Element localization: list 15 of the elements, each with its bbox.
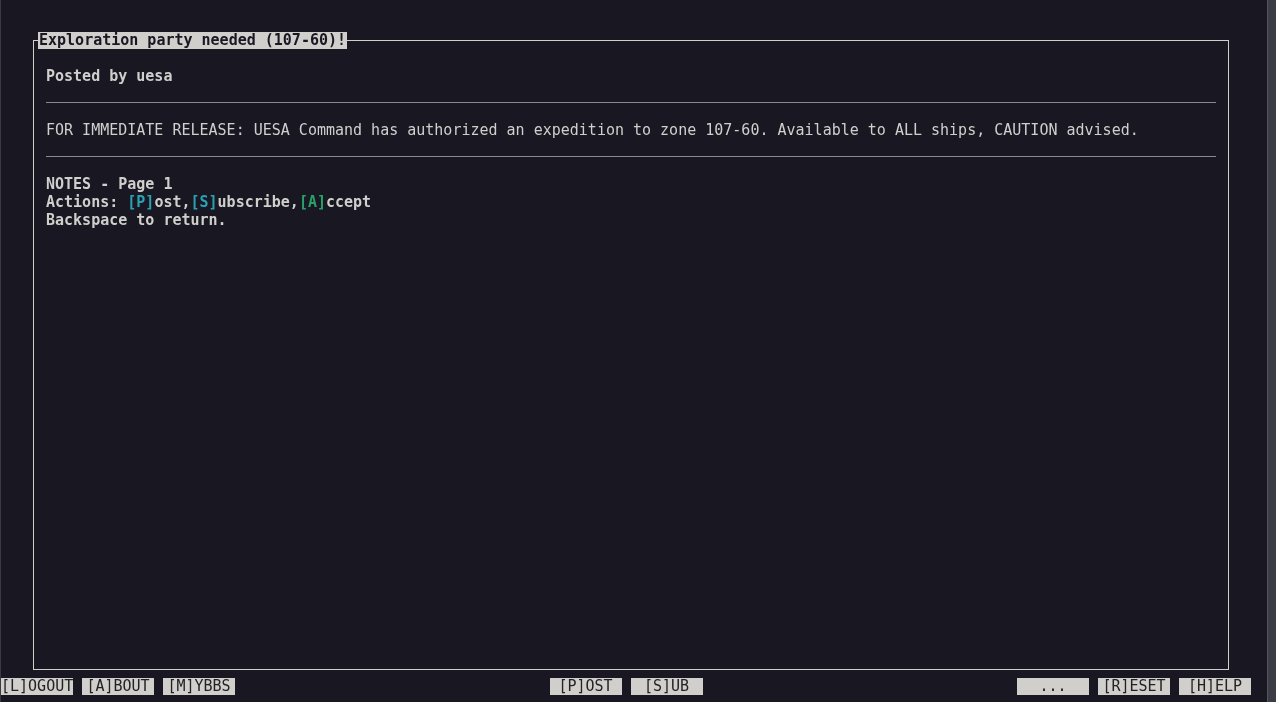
menu-button[interactable]: [A]BOUT	[82, 678, 154, 695]
menu-button[interactable]: [R]ESET	[1098, 678, 1170, 695]
panel-title: Exploration party needed (107-60)!	[38, 32, 348, 49]
menu-button[interactable]: [M]YBBS	[163, 678, 235, 695]
menu-button[interactable]: [L]OGOUT	[1, 678, 73, 695]
actions-line: Actions: [P]ost,[S]ubscribe,[A]ccept	[46, 193, 373, 211]
notes-heading: NOTES - Page 1	[46, 175, 174, 193]
menu-button[interactable]: [H]ELP	[1179, 678, 1251, 695]
menu-button[interactable]: [P]OST	[549, 678, 622, 695]
return-hint: Backspace to return.	[46, 211, 228, 229]
menu-button[interactable]: ...	[1017, 678, 1089, 695]
announcement-text: FOR IMMEDIATE RELEASE: UESA Command has authorized an expedition to zone 107-60. Available to ALL ships, CAUTION advised.	[46, 121, 1140, 139]
posted-by: Posted by uesa	[46, 67, 174, 85]
menu-button[interactable]: [S]UB	[630, 678, 703, 695]
scrollbar[interactable]	[1267, 0, 1276, 702]
